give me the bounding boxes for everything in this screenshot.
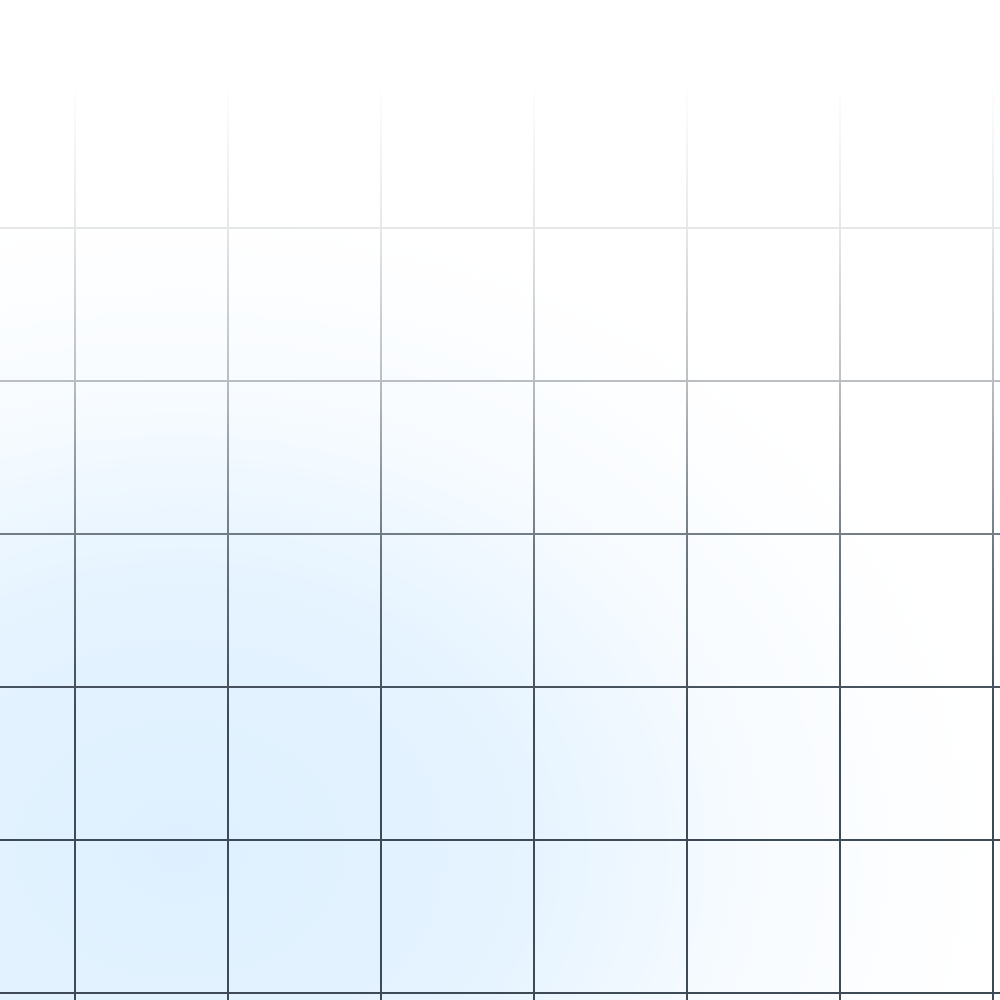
grid-background [0,0,1000,1000]
grid-lines [0,0,1000,1000]
grid-svg [0,0,1000,1000]
